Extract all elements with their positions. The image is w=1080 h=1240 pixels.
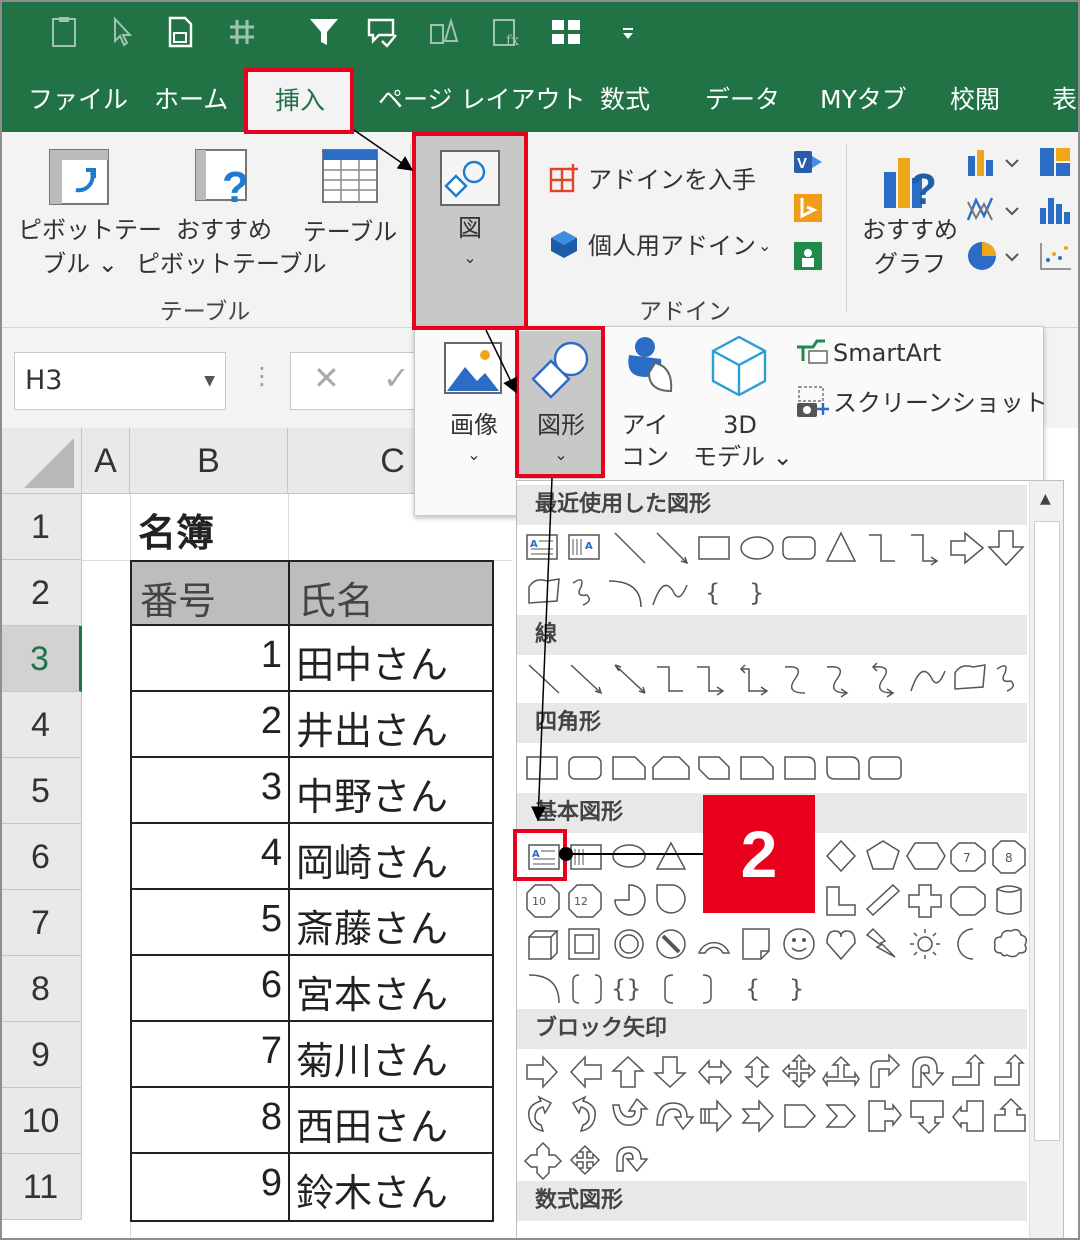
step-number-badge: 2	[703, 795, 815, 913]
annotation-arrows	[353, 129, 706, 861]
